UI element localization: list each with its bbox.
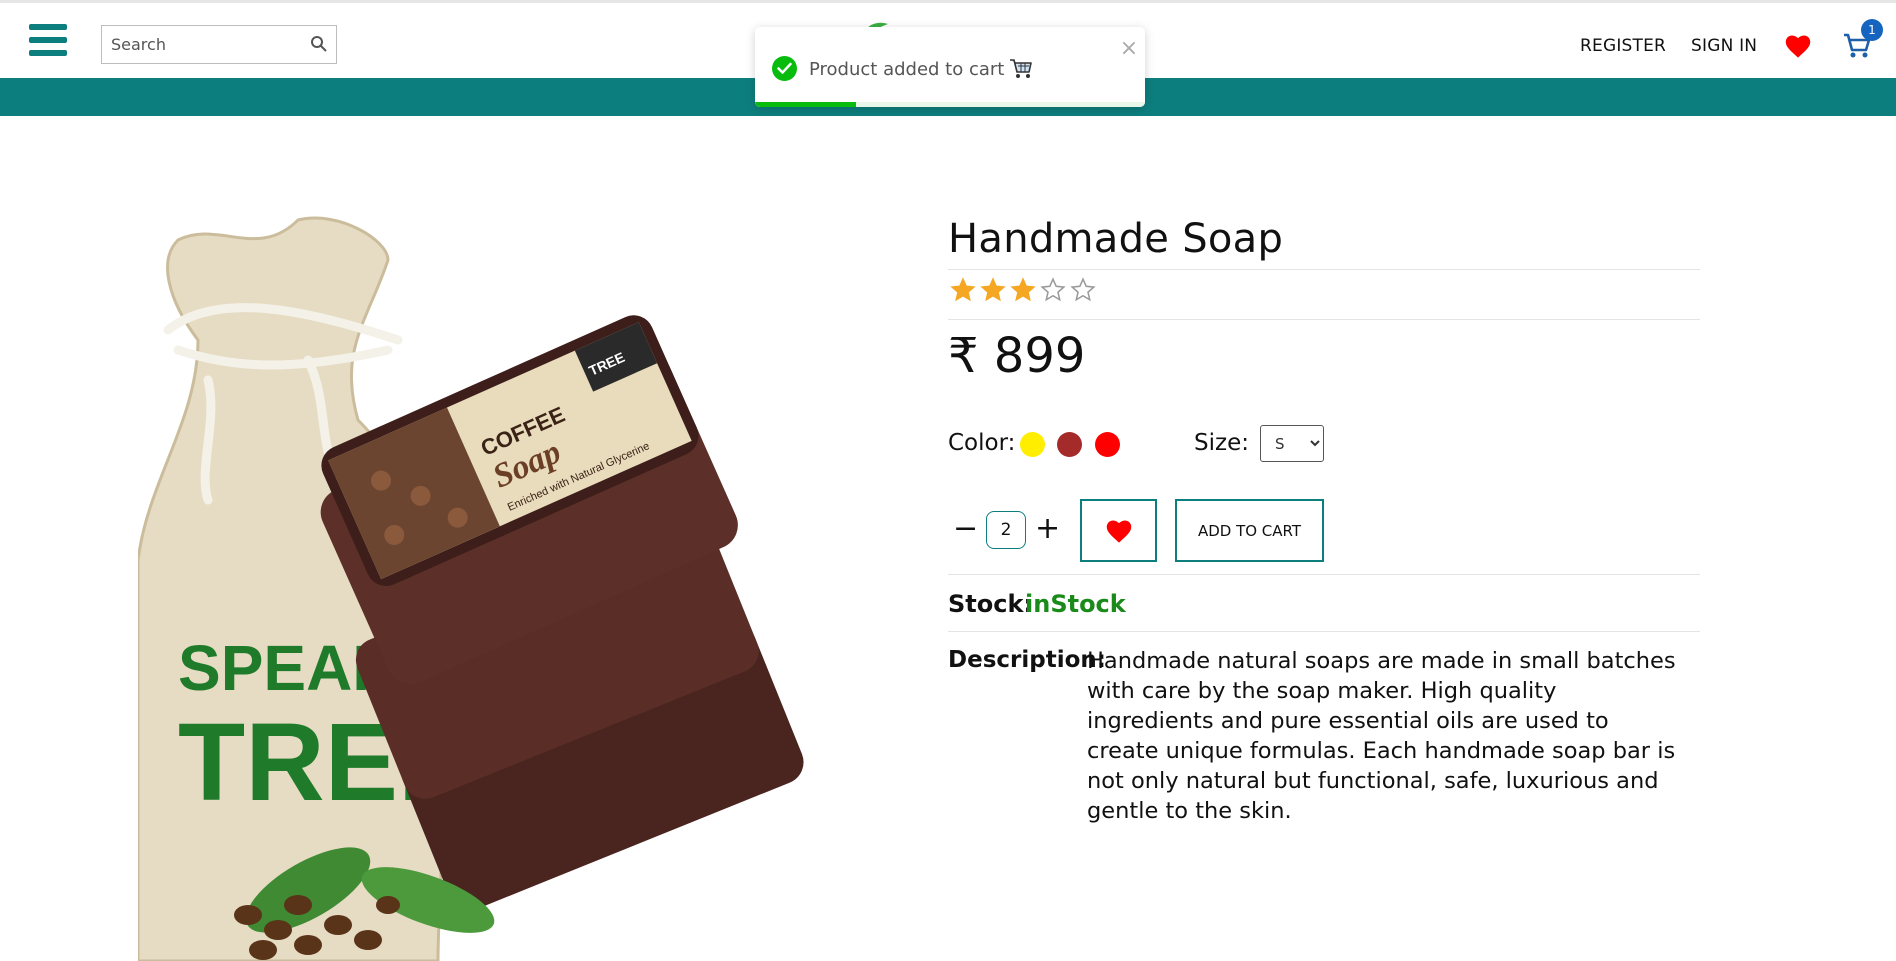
- signin-link[interactable]: SIGN IN: [1691, 36, 1757, 56]
- size-label: Size:: [1194, 430, 1249, 456]
- color-swatch-yellow[interactable]: [1020, 432, 1045, 457]
- register-link[interactable]: REGISTER: [1580, 36, 1666, 56]
- quantity-increase-button[interactable]: +: [1035, 514, 1060, 544]
- search-box[interactable]: [101, 25, 337, 64]
- heart-icon: [1106, 520, 1132, 543]
- star-empty-icon: [1070, 277, 1096, 302]
- search-input[interactable]: [102, 26, 302, 63]
- divider: [948, 319, 1700, 320]
- color-label: Color:: [948, 430, 1016, 456]
- color-swatch-red[interactable]: [1095, 432, 1120, 457]
- star-filled-icon: [980, 277, 1006, 302]
- star-filled-icon: [1010, 277, 1036, 302]
- stock-status: inStock: [1025, 590, 1126, 618]
- divider: [948, 631, 1700, 632]
- star-empty-icon: [1040, 277, 1066, 302]
- divider: [948, 269, 1700, 270]
- close-icon[interactable]: ×: [1117, 37, 1141, 61]
- toast-progress-bar: [755, 102, 857, 107]
- toast-notification: Product added to cart ×: [755, 27, 1145, 107]
- add-to-wishlist-button[interactable]: [1080, 499, 1157, 562]
- description-label: Description:: [948, 647, 1106, 673]
- shopping-cart-emoji-icon: [1010, 59, 1032, 78]
- quantity-decrease-button[interactable]: −: [953, 514, 978, 544]
- add-to-cart-button[interactable]: ADD TO CART: [1175, 499, 1324, 562]
- search-icon[interactable]: [310, 35, 328, 53]
- rating-stars: [950, 277, 1096, 305]
- product-title: Handmade Soap: [948, 216, 1284, 262]
- wishlist-heart-icon[interactable]: [1784, 33, 1812, 59]
- menu-icon[interactable]: [29, 24, 67, 56]
- star-filled-icon: [950, 277, 976, 302]
- stock-label: Stock:: [948, 590, 1034, 618]
- product-price: ₹ 899: [948, 328, 1086, 384]
- cart-count-badge: 1: [1861, 19, 1883, 41]
- size-select[interactable]: S: [1260, 425, 1324, 462]
- quantity-value[interactable]: 2: [986, 511, 1026, 549]
- check-circle-icon: [772, 56, 797, 81]
- color-swatch-brown[interactable]: [1057, 432, 1082, 457]
- description-text: Handmade natural soaps are made in small…: [1087, 648, 1676, 824]
- product-image: SPEAKIN TREE TREE COFFEE Soap Enriched w…: [138, 216, 804, 961]
- divider: [948, 574, 1700, 575]
- toast-message: Product added to cart: [809, 59, 1005, 80]
